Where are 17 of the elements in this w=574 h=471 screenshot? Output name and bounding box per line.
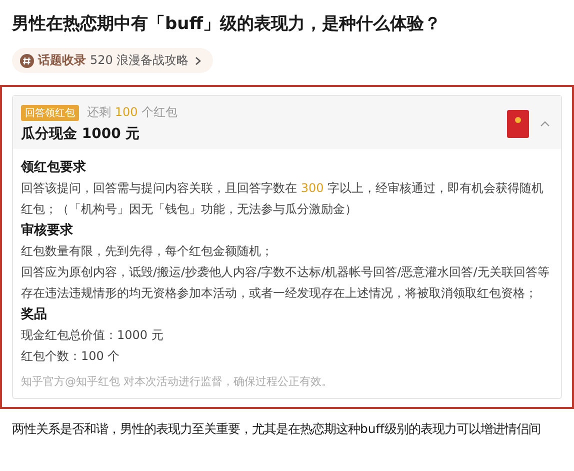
campaign-badge: 回答领红包 — [21, 104, 79, 120]
section-heading: 审核要求 — [21, 222, 74, 240]
answer-text: 两性关系是否和谐，男性的表现力至关重要，尤其是在热恋期这种buff级别的表现力可以增进情侣间 — [11, 420, 542, 438]
section-heading: 奖品 — [21, 306, 48, 324]
section-text: 现金红包总价值：1000 元 — [21, 327, 164, 344]
hashtag-icon — [20, 54, 34, 68]
supervision-note: 知乎官方@知乎红包 对本次活动进行监督，确保过程公正有效。 — [21, 374, 334, 390]
section-text: 回答该提问，回答需与提问内容关联，且回答字数在 300 字以上，经审核通过，即有机会获得随机红包；（「机构号」因无「钱包」功能，无法参与瓜分激励金） — [21, 180, 545, 218]
section-text: 回答应为原创内容，诋毁/搬运/抄袭他人内容/字数不达标/机器帐号回答/恶意灌水回答/无关联回答等存在违法违规情形的均无资格参加本活动，或者一经发现存在上述情况，将被取消领取红包资格； — [21, 264, 550, 302]
topic-chip[interactable]: 话题收录 520 浪漫备战攻略 — [12, 48, 213, 73]
question-title: 男性在热恋期中有「buff」级的表现力，是种什么体验？ — [10, 13, 442, 36]
campaign-heading: 瓜分现金 1000 元 — [21, 125, 141, 143]
section-text: 红包数量有限，先到先得，每个红包金额随机； — [21, 243, 274, 260]
section-text: 红包个数：100 个 — [21, 348, 121, 365]
remaining-count: 还剩 100 个红包 — [87, 104, 178, 121]
envelope-icon — [507, 110, 529, 138]
section-heading: 领红包要求 — [21, 159, 87, 177]
